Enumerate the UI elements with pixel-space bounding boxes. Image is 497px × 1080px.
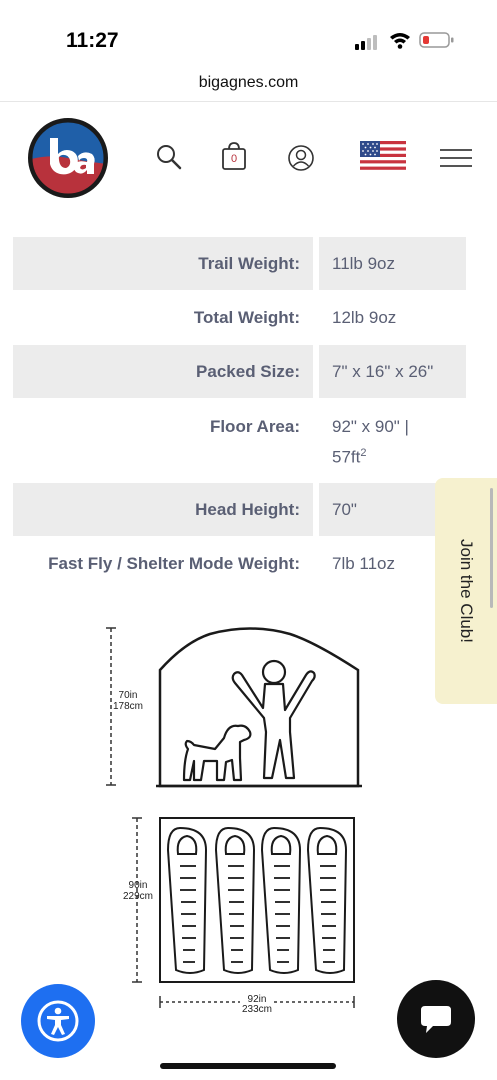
spec-label: Floor Area: (209, 417, 300, 436)
browser-url[interactable]: bigagnes.com (0, 74, 497, 92)
spec-value: 12lb 9oz (332, 308, 397, 327)
join-club-label: Join the Club! (457, 539, 476, 643)
wifi-icon (390, 33, 410, 49)
cart-count: 0 (230, 153, 238, 165)
spec-row-fast-fly-weight: Fast Fly / Shelter Mode Weight: 7lb 11oz (13, 537, 466, 590)
spec-row-packed-size: Packed Size: 7" x 16" x 26" (13, 345, 466, 398)
signal-icon (355, 35, 377, 50)
status-bar: 11:27 (0, 0, 497, 70)
big-agnes-logo[interactable] (28, 118, 108, 198)
spec-row-head-height: Head Height: 70" (13, 483, 466, 536)
dog-figure (182, 724, 252, 782)
accessibility-icon (37, 1000, 79, 1042)
hamburger-menu-icon[interactable] (440, 147, 472, 169)
chat-button[interactable] (397, 980, 475, 1058)
floor-area-unit-sup: 2 (360, 447, 367, 459)
spec-value: 92" x 90" | 57ft2 (319, 413, 466, 471)
spec-label: Packed Size: (13, 345, 313, 398)
cart-button[interactable]: 0 (220, 140, 248, 172)
accessibility-button[interactable] (21, 984, 95, 1058)
site-header: 0 (0, 102, 497, 222)
spec-value: 7" x 16" x 26" (319, 345, 466, 398)
spec-label: Total Weight: (193, 308, 300, 327)
account-icon[interactable] (287, 144, 315, 172)
spec-row-floor-area: Floor Area: 92" x 90" | 57ft2 (13, 399, 466, 483)
search-icon[interactable] (155, 143, 183, 171)
floor-area-line2: 57ft2 (332, 447, 367, 467)
spec-row-total-weight: Total Weight: 12lb 9oz (13, 291, 466, 344)
floor-area-line1: 92" x 90" | (332, 417, 409, 436)
join-club-tab[interactable]: Join the Club! (435, 478, 497, 704)
person-figure (231, 659, 316, 780)
spec-label: Fast Fly / Shelter Mode Weight: (48, 554, 300, 573)
spec-value: 11lb 9oz (319, 237, 466, 290)
height-in-label: 70in (119, 690, 138, 701)
spec-row-trail-weight: Trail Weight: 11lb 9oz (13, 237, 466, 290)
width-cm-label: 233cm (242, 1004, 272, 1015)
chat-bubble-icon (421, 1006, 451, 1033)
spec-label: Head Height: (13, 483, 313, 536)
depth-in-label: 90in (129, 880, 148, 891)
sleeping-bags (166, 826, 348, 974)
scrollbar[interactable] (490, 488, 493, 608)
battery-icon (419, 32, 454, 48)
floor-plan-outline (159, 817, 355, 983)
us-flag-icon[interactable] (360, 141, 406, 173)
height-cm-label: 178cm (113, 701, 143, 712)
spec-label: Trail Weight: (13, 237, 313, 290)
depth-cm-label: 229cm (123, 891, 153, 902)
status-time: 11:27 (66, 29, 119, 52)
tent-profile-outline (158, 627, 360, 788)
home-indicator (160, 1063, 336, 1069)
tent-dimension-diagram: 70in 178cm 90in 229cm 92in 233cm (106, 627, 362, 1018)
